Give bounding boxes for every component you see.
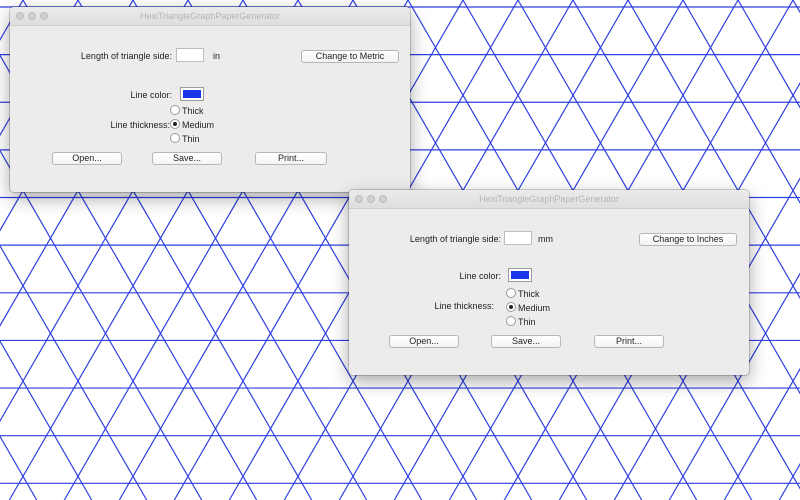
open-button[interactable]: Open... xyxy=(52,152,122,165)
length-input[interactable] xyxy=(176,48,204,62)
radio-thick-label: Thick xyxy=(518,289,540,299)
radio-medium-label: Medium xyxy=(182,120,215,130)
print-button[interactable]: Print... xyxy=(255,152,327,165)
line-color-label: Line color: xyxy=(130,90,172,100)
generator-window-metric: HexiTriangleGraphPaperGenerator Length o… xyxy=(349,190,749,375)
radio-thin-label: Thin xyxy=(182,134,200,144)
line-color-swatch[interactable] xyxy=(508,268,532,282)
color-fill xyxy=(511,271,529,279)
line-color-swatch[interactable] xyxy=(180,87,204,101)
radio-medium-label: Medium xyxy=(518,303,551,313)
change-units-button[interactable]: Change to Metric xyxy=(301,50,399,63)
save-button[interactable]: Save... xyxy=(152,152,222,165)
unit-label: mm xyxy=(538,234,553,244)
generator-window-inches: HexiTriangleGraphPaperGenerator Length o… xyxy=(10,7,410,192)
title-bar[interactable]: HexiTriangleGraphPaperGenerator xyxy=(349,190,749,209)
length-input[interactable] xyxy=(504,231,532,245)
radio-medium[interactable] xyxy=(170,119,180,129)
length-label: Length of triangle side: xyxy=(409,234,501,244)
window-title: HexiTriangleGraphPaperGenerator xyxy=(140,11,280,21)
radio-thin-label: Thin xyxy=(518,317,536,327)
radio-thick[interactable] xyxy=(506,288,516,298)
unit-label: in xyxy=(213,51,221,61)
grid-line xyxy=(792,0,800,14)
radio-thin[interactable] xyxy=(506,316,516,326)
color-fill xyxy=(183,90,201,98)
save-button[interactable]: Save... xyxy=(491,335,561,348)
grid-line xyxy=(778,462,800,500)
line-thickness-label: Line thickness: xyxy=(110,120,170,130)
open-button[interactable]: Open... xyxy=(389,335,459,348)
window-title: HexiTriangleGraphPaperGenerator xyxy=(479,194,619,204)
title-bar[interactable]: HexiTriangleGraphPaperGenerator xyxy=(10,7,410,26)
line-color-label: Line color: xyxy=(459,271,501,281)
radio-thin[interactable] xyxy=(170,133,180,143)
radio-medium[interactable] xyxy=(506,302,516,312)
radio-thick-label: Thick xyxy=(182,106,204,116)
change-units-button[interactable]: Change to Inches xyxy=(639,233,737,246)
radio-thick[interactable] xyxy=(170,105,180,115)
print-button[interactable]: Print... xyxy=(594,335,664,348)
length-label: Length of triangle side: xyxy=(80,51,172,61)
line-thickness-label: Line thickness: xyxy=(434,301,494,311)
